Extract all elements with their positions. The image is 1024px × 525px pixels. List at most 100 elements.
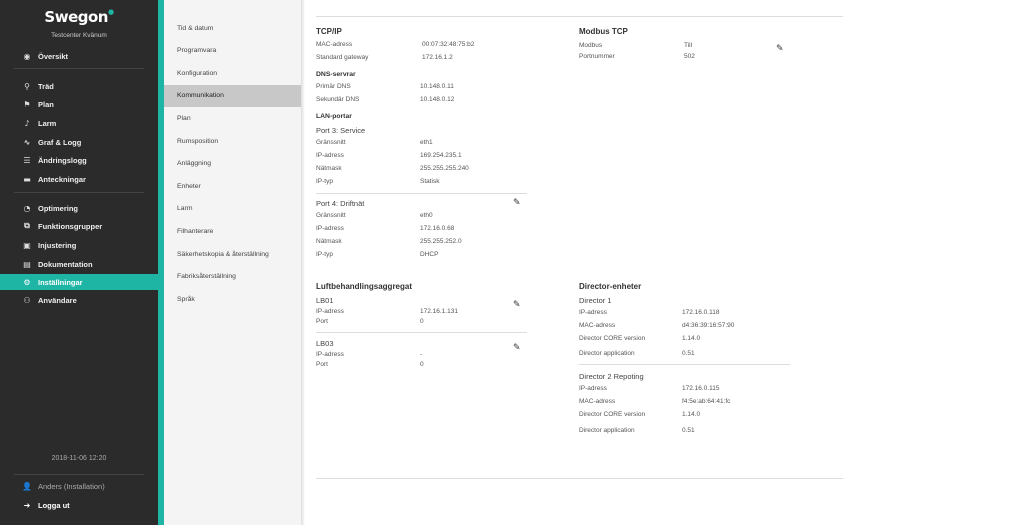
port3-ip-value: 169.254.235.1 <box>420 152 462 159</box>
modbus-port-value: 502 <box>684 53 695 60</box>
submenu-item-0[interactable]: Tid & datum <box>164 17 301 39</box>
sidebar-item-label: Plan <box>38 99 54 109</box>
lb03-port-label: Port <box>316 361 328 368</box>
d1-ip-label: IP-adress <box>579 309 607 316</box>
port4-mask-label: Nätmask <box>316 238 342 245</box>
sidebar-item-9[interactable]: ▣ Injustering <box>0 237 158 253</box>
submenu-item-11[interactable]: Fabriksåterställning <box>164 266 301 288</box>
d1-app-value: 0.51 <box>682 350 695 357</box>
sidebar-item-label: Ändringslogg <box>38 155 87 165</box>
edit-lb01-pencil-icon[interactable]: ✎ <box>513 300 523 310</box>
sidebar-divider <box>14 192 144 193</box>
sidebar-item-label: Inställningar <box>38 277 83 287</box>
d2-mac-label: MAC-adress <box>579 398 616 405</box>
sidebar-item-label: Funktionsgrupper <box>38 221 103 231</box>
d1-core-value: 1.14.0 <box>682 335 701 342</box>
chart-icon: ∿ <box>23 137 31 147</box>
port-divider <box>316 193 527 194</box>
port4-type-label: IP-typ <box>316 251 333 258</box>
sidebar-item-4[interactable]: ∿ Graf & Logg <box>0 134 158 150</box>
gateway-value: 172.16.1.2 <box>422 54 453 61</box>
d2-ip-label: IP-adress <box>579 385 607 392</box>
sidebar-item-10[interactable]: ▤ Dokumentation <box>0 256 158 272</box>
d2-core-label: Director CORE version <box>579 411 646 418</box>
lb01-name: LB01 <box>316 296 334 305</box>
submenu-item-3[interactable]: Kommunikation <box>164 84 301 107</box>
lb01-ip-label: IP-adress <box>316 308 344 315</box>
dns2-label: Sekundär DNS <box>316 96 360 103</box>
sidebar-item-label: Injustering <box>38 240 77 250</box>
port4-ip-value: 172.16.0.68 <box>420 225 455 232</box>
submenu-item-6[interactable]: Anläggning <box>164 153 301 175</box>
lan-title: LAN-portar <box>316 113 352 120</box>
submenu-item-8[interactable]: Larm <box>164 198 301 220</box>
user-account[interactable]: 👤 Anders (Installation) <box>0 478 158 494</box>
submenu-item-2[interactable]: Konfiguration <box>164 62 301 84</box>
mac-value: 00:07:32:48:75:b2 <box>422 41 475 48</box>
gauge-icon: ◔ <box>23 203 31 213</box>
d2-app-label: Director application <box>579 427 635 434</box>
submenu-item-12[interactable]: Språk <box>164 288 301 310</box>
modbus-label: Modbus <box>579 42 603 49</box>
port4-ip-label: IP-adress <box>316 225 344 232</box>
d1-mac-value: d4:36:39:16:57:90 <box>682 322 735 329</box>
dns1-label: Primär DNS <box>316 83 351 90</box>
site-name: Testcenter Kvänum <box>51 32 107 39</box>
sidebar-item-label: Träd <box>38 81 54 91</box>
d1-mac-label: MAC-adress <box>579 322 616 329</box>
lb01-port-value: 0 <box>420 318 424 325</box>
d1-core-label: Director CORE version <box>579 335 646 342</box>
submenu-item-9[interactable]: Filhanterare <box>164 220 301 242</box>
logout-icon: ➜ <box>23 500 31 510</box>
submenu-item-1[interactable]: Programvara <box>164 40 301 62</box>
lb03-name: LB03 <box>316 339 334 348</box>
sitemap-icon: ⧉ <box>24 221 30 230</box>
sidebar-item-label: Graf & Logg <box>38 137 82 147</box>
ahu-title: Luftbehandlingsaggregat <box>316 282 412 291</box>
adjust-icon: ▣ <box>23 240 31 250</box>
port3-if-value: eth1 <box>420 139 433 146</box>
modbus-value: Till <box>684 42 693 49</box>
sidebar-divider <box>14 474 144 475</box>
sidebar-item-6[interactable]: ▬ Anteckningar <box>0 171 158 187</box>
users-icon: ⚇ <box>23 295 31 305</box>
sidebar-item-3[interactable]: ♪ Larm <box>0 115 158 131</box>
port4-title: Port 4: Driftnät <box>316 199 365 208</box>
submenu-item-5[interactable]: Rumsposition <box>164 130 301 152</box>
d1-app-label: Director application <box>579 350 635 357</box>
d1-ip-value: 172.16.0.118 <box>682 309 720 316</box>
dns2-value: 10.148.0.12 <box>420 96 455 103</box>
port3-title: Port 3: Service <box>316 126 366 135</box>
sidebar-item-1[interactable]: ⚲ Träd <box>0 78 158 94</box>
sidebar-item-5[interactable]: ☰ Ändringslogg <box>0 152 158 168</box>
lb01-ip-value: 172.16.1.131 <box>420 308 458 315</box>
user-label: Anders (Installation) <box>38 481 105 491</box>
sidebar-item-0[interactable]: ◉ Översikt <box>0 48 158 64</box>
d2-app-value: 0.51 <box>682 427 695 434</box>
port4-mask-value: 255.255.252.0 <box>420 238 462 245</box>
gear-icon: ⚙ <box>23 277 31 287</box>
edit-port4-pencil-icon[interactable]: ✎ <box>513 198 523 208</box>
sidebar-item-label: Användare <box>38 295 77 305</box>
submenu-item-10[interactable]: Säkerhetskopia & återställning <box>164 243 301 265</box>
port3-if-label: Gränssnitt <box>316 139 346 146</box>
dns1-value: 10.148.0.11 <box>420 83 454 90</box>
sidebar-item-8[interactable]: ⧉ Funktionsgrupper <box>0 218 158 234</box>
edit-lb03-pencil-icon[interactable]: ✎ <box>513 343 523 353</box>
logout-button[interactable]: ➜ Logga ut <box>0 497 158 513</box>
top-divider <box>316 16 843 17</box>
edit-modbus-pencil-icon[interactable]: ✎ <box>776 44 786 54</box>
sidebar-item-11[interactable]: ⚙ Inställningar <box>0 274 158 290</box>
submenu-item-4[interactable]: Plan <box>164 107 301 129</box>
sidebar-item-label: Larm <box>38 118 57 128</box>
sidebar-item-label: Anteckningar <box>38 174 86 184</box>
sidebar-item-12[interactable]: ⚇ Användare <box>0 292 158 308</box>
sidebar-item-2[interactable]: ⚑ Plan <box>0 96 158 112</box>
submenu-item-7[interactable]: Enheter <box>164 175 301 197</box>
d2-ip-value: 172.16.0.115 <box>682 385 720 392</box>
logout-label: Logga ut <box>38 500 70 510</box>
director-title: Director-enheter <box>579 282 642 291</box>
tcpip-title: TCP/IP <box>316 27 342 36</box>
bell-icon: ♪ <box>24 118 30 128</box>
sidebar-item-7[interactable]: ◔ Optimering <box>0 200 158 216</box>
